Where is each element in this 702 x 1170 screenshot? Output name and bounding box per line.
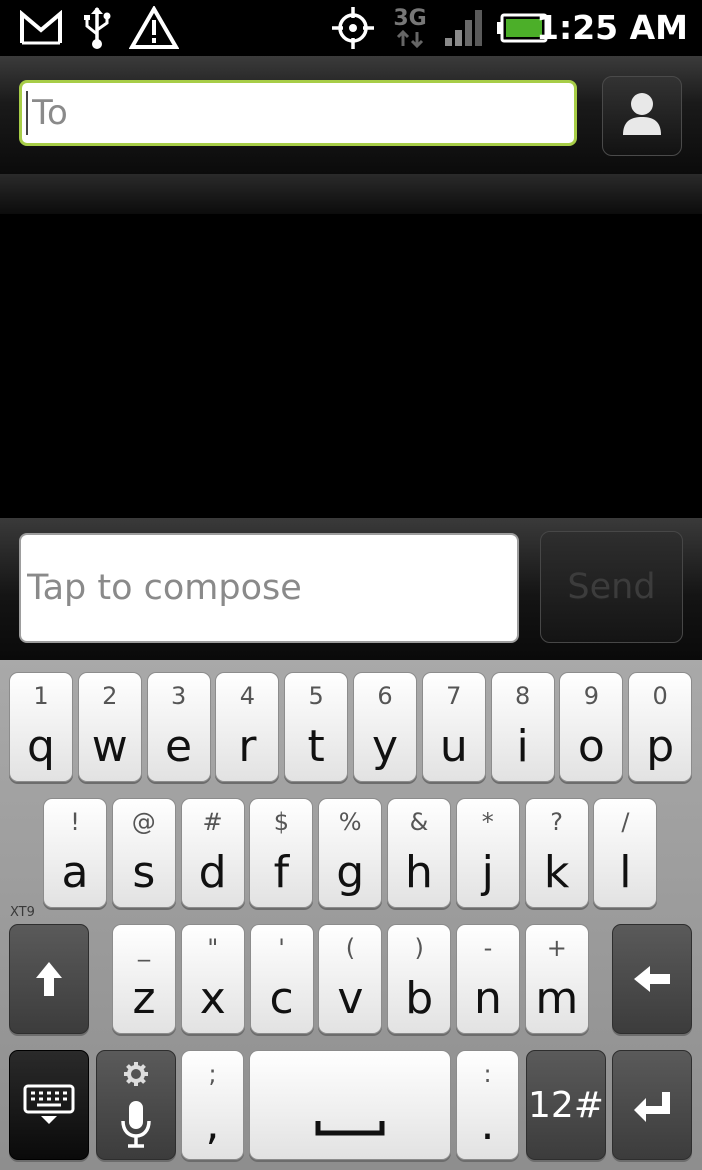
gmail-icon	[18, 6, 64, 50]
key-e[interactable]: 3e	[146, 672, 211, 782]
key-x[interactable]: " x	[180, 924, 245, 1034]
usb-icon	[78, 6, 116, 50]
space-bar-icon	[250, 1119, 450, 1137]
compose-bar: Send	[0, 518, 702, 660]
shift-key[interactable]	[9, 924, 89, 1034]
key-y[interactable]: 6y	[353, 672, 417, 782]
key-h[interactable]: & h	[387, 798, 451, 908]
network-3g-icon: 3G	[390, 6, 430, 50]
key-b[interactable]: ) b	[387, 924, 452, 1034]
key-u[interactable]: 7u	[421, 672, 486, 782]
keyboard-hide-icon	[10, 1051, 88, 1159]
status-bar: 3G 1:25 AM	[0, 0, 702, 56]
backspace-arrow-icon	[613, 925, 691, 1033]
backspace-key[interactable]	[612, 924, 692, 1034]
key-n[interactable]: -n	[456, 924, 520, 1034]
key-d[interactable]: # d	[180, 798, 245, 908]
xt9-indicator: XT9	[10, 905, 35, 920]
key-t[interactable]: 5t	[284, 672, 349, 782]
key-q[interactable]: 1q	[9, 672, 73, 782]
key-l[interactable]: / l	[593, 798, 658, 908]
key-w[interactable]: 2w	[77, 672, 142, 782]
shift-arrow-icon	[10, 925, 88, 1033]
divider-strip	[0, 174, 702, 214]
key-r[interactable]: 4r	[215, 672, 280, 782]
microphone-icon	[97, 1099, 175, 1149]
gear-icon	[97, 1061, 175, 1087]
key-i[interactable]: 8i	[490, 672, 555, 782]
keyboard: 1q2w3e4r5t6y7u8i9o0p ! a @ s # d $ f% g & h * j? k / l …	[0, 660, 702, 1170]
key-k[interactable]: ? k	[524, 798, 589, 908]
warning-icon	[128, 6, 180, 50]
voice-input-key[interactable]	[96, 1050, 176, 1160]
key-z[interactable]: _ z	[112, 924, 176, 1034]
signal-icon	[442, 6, 488, 50]
key-comma[interactable]: ; ,	[181, 1050, 244, 1160]
clock: 1:25 AM	[536, 8, 688, 47]
key-a[interactable]: ! a	[43, 798, 107, 908]
key-g[interactable]: % g	[318, 798, 383, 908]
contact-picker-button[interactable]	[602, 76, 682, 156]
compose-input[interactable]	[19, 533, 519, 643]
key-v[interactable]: (v	[318, 924, 383, 1034]
key-o[interactable]: 9o	[559, 672, 624, 782]
gps-icon	[330, 6, 376, 50]
recipient-bar	[0, 56, 702, 174]
key-c[interactable]: ' c	[249, 924, 314, 1034]
text-cursor	[26, 91, 28, 135]
enter-key[interactable]	[612, 1050, 692, 1160]
key-p[interactable]: 0p	[628, 672, 693, 782]
key-period[interactable]: : .	[456, 1050, 519, 1160]
send-button[interactable]: Send	[540, 531, 683, 643]
to-field[interactable]	[19, 80, 577, 146]
key-f[interactable]: $ f	[249, 798, 314, 908]
enter-arrow-icon	[613, 1051, 691, 1159]
key-j[interactable]: * j	[455, 798, 520, 908]
person-icon	[620, 91, 664, 141]
key-s[interactable]: @ s	[111, 798, 176, 908]
key-m[interactable]: + m	[524, 924, 589, 1034]
message-thread-area[interactable]	[0, 214, 702, 518]
symbols-key[interactable]: 12#	[526, 1050, 606, 1160]
hide-keyboard-key[interactable]	[9, 1050, 89, 1160]
space-key[interactable]	[249, 1050, 451, 1160]
